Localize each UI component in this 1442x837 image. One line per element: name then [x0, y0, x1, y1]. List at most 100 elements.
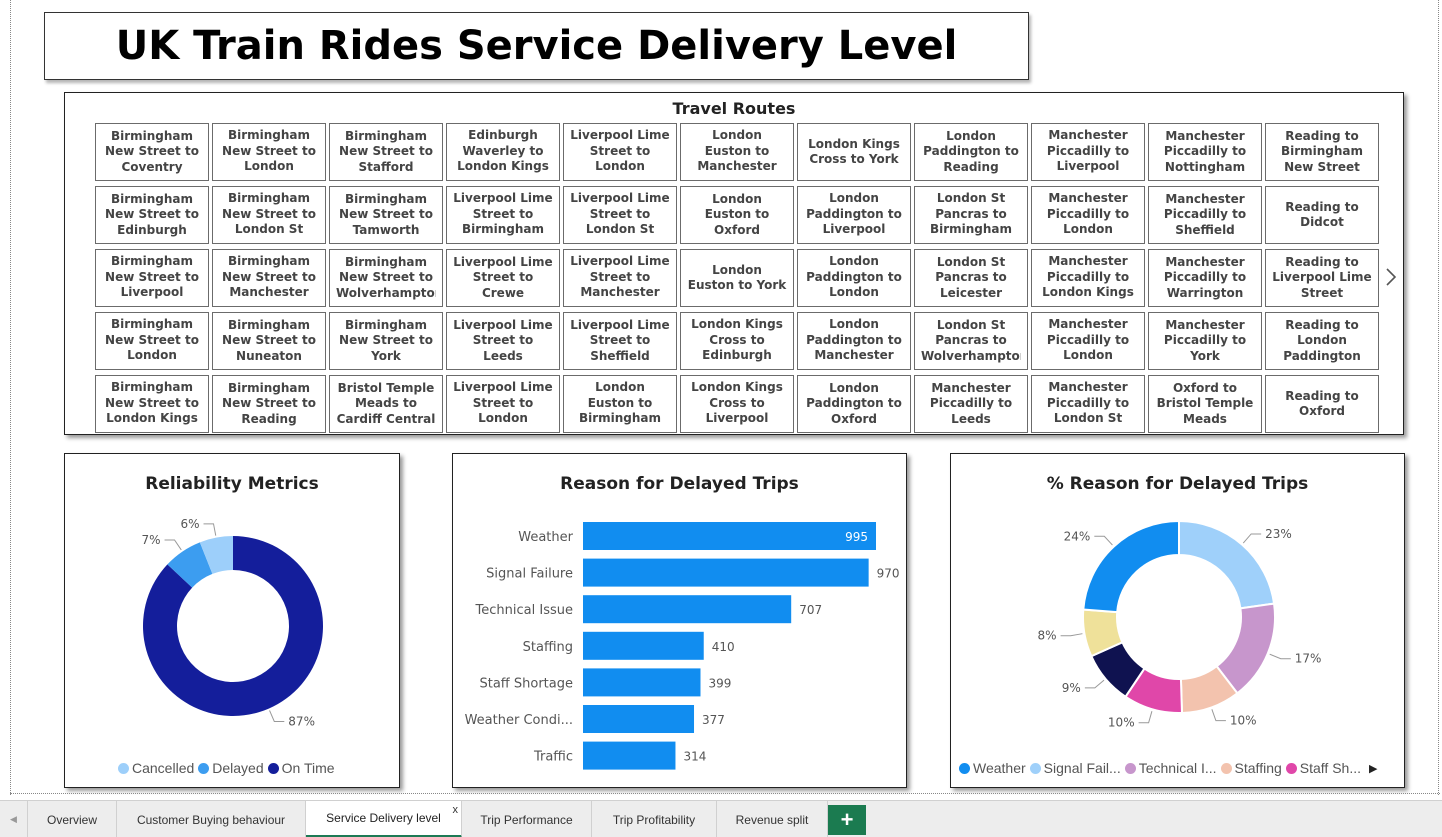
- tab-label: Revenue split: [735, 812, 809, 827]
- bar[interactable]: [583, 705, 695, 733]
- route-tile[interactable]: Birmingham New Street to Nuneaton: [212, 312, 326, 370]
- tab-trip-profitability[interactable]: Trip Profitability: [592, 801, 717, 837]
- bar[interactable]: [583, 595, 792, 624]
- legend-item-weather[interactable]: Weather: [959, 760, 1026, 776]
- route-tile[interactable]: Birmingham New Street to London Euston: [95, 312, 209, 370]
- tab-label: Service Delivery level: [326, 811, 441, 825]
- route-tile[interactable]: London Euston to York: [680, 249, 794, 307]
- add-page-button[interactable]: +: [828, 805, 866, 835]
- route-tile[interactable]: Liverpool Lime Street to London Euston: [446, 375, 560, 433]
- route-tile[interactable]: London Euston to Manchester Piccadilly: [680, 123, 794, 181]
- legend-item-technical-issue[interactable]: Technical I...: [1124, 760, 1217, 776]
- route-tile[interactable]: Manchester Piccadilly to Liverpool Lime.…: [1031, 123, 1145, 181]
- legend-item-delayed[interactable]: Delayed: [198, 760, 264, 776]
- caret-right-icon[interactable]: ▶: [1369, 762, 1377, 775]
- route-tile[interactable]: Oxford to Bristol Temple Meads: [1148, 375, 1262, 433]
- route-tile[interactable]: Birmingham New Street to Stafford: [329, 123, 443, 181]
- route-tile[interactable]: Manchester Piccadilly to Leeds: [914, 375, 1028, 433]
- route-tile[interactable]: London Kings Cross to Edinburgh Wa...: [680, 312, 794, 370]
- route-tile[interactable]: London Euston to Oxford: [680, 186, 794, 244]
- bar[interactable]: [583, 522, 876, 550]
- route-tile[interactable]: Reading to Didcot: [1265, 186, 1379, 244]
- route-tile[interactable]: London St Pancras to Birmingham N...: [914, 186, 1028, 244]
- route-tile[interactable]: Reading to London Paddington: [1265, 312, 1379, 370]
- route-tile[interactable]: Birmingham New Street to Edinburgh: [95, 186, 209, 244]
- tab-revenue-split[interactable]: Revenue split: [717, 801, 828, 837]
- data-label: 23%: [1265, 527, 1292, 541]
- route-tile[interactable]: Birmingham New Street to London St Pan..…: [212, 186, 326, 244]
- route-tile[interactable]: Birmingham New Street to Manchester Pi..…: [212, 249, 326, 307]
- route-tile[interactable]: Birmingham New Street to London Paddi...: [212, 123, 326, 181]
- route-tile[interactable]: Liverpool Lime Street to London St Pancr…: [563, 186, 677, 244]
- route-tile[interactable]: Manchester Piccadilly to London Kings ..…: [1031, 249, 1145, 307]
- leader-line: [203, 523, 217, 536]
- tab-overview[interactable]: Overview: [28, 801, 117, 837]
- bar[interactable]: [583, 631, 704, 660]
- route-tile[interactable]: Manchester Piccadilly to Warrington: [1148, 249, 1262, 307]
- legend-item-staffing[interactable]: Staffing: [1220, 760, 1282, 776]
- tab-customer-buying-behaviour[interactable]: Customer Buying behaviour: [117, 801, 306, 837]
- tab-scroll-left-icon[interactable]: ◀: [0, 801, 28, 837]
- route-tile[interactable]: London Euston to Birmingham New Street: [563, 375, 677, 433]
- route-label: Liverpool Lime Street to London St Pancr…: [570, 191, 670, 239]
- legend-item-cancelled[interactable]: Cancelled: [118, 760, 194, 776]
- bar[interactable]: [583, 558, 869, 587]
- route-tile[interactable]: Reading to Birmingham New Street: [1265, 123, 1379, 181]
- data-label: 7%: [141, 533, 160, 547]
- bar[interactable]: [583, 668, 701, 697]
- route-tile[interactable]: Birmingham New Street to London Kings ..…: [95, 375, 209, 433]
- legend-item-staff-shortage[interactable]: Staff Sh...: [1285, 760, 1361, 776]
- route-tile[interactable]: London St Pancras to Leicester: [914, 249, 1028, 307]
- route-tile[interactable]: Birmingham New Street to Reading: [212, 375, 326, 433]
- route-label: Bristol Temple Meads to Cardiff Central: [336, 380, 436, 426]
- route-tile[interactable]: London Kings Cross to York: [797, 123, 911, 181]
- donut-slice-weather[interactable]: [1082, 519, 1180, 614]
- route-tile[interactable]: London Kings Cross to Liverpool Lime...: [680, 375, 794, 433]
- route-tile[interactable]: Manchester Piccadilly to Nottingham: [1148, 123, 1262, 181]
- route-tile[interactable]: Bristol Temple Meads to Cardiff Central: [329, 375, 443, 433]
- route-tile[interactable]: Birmingham New Street to Liverpool Lime.…: [95, 249, 209, 307]
- legend-item-on-time[interactable]: On Time: [267, 760, 335, 776]
- route-tile[interactable]: London Paddington to Liverpool Lime...: [797, 186, 911, 244]
- route-tile[interactable]: Liverpool Lime Street to Birmingham N...: [446, 186, 560, 244]
- tab-trip-performance[interactable]: Trip Performance: [462, 801, 592, 837]
- route-tile[interactable]: Birmingham New Street to Tamworth: [329, 186, 443, 244]
- data-label: 10%: [1108, 716, 1135, 730]
- route-tile[interactable]: Manchester Piccadilly to London St Pan..…: [1031, 375, 1145, 433]
- route-tile[interactable]: Liverpool Lime Street to Leeds: [446, 312, 560, 370]
- route-tile[interactable]: Reading to Liverpool Lime Street: [1265, 249, 1379, 307]
- canvas-border-left: [10, 0, 11, 795]
- route-tile[interactable]: Liverpool Lime Street to Manchester Pi..…: [563, 249, 677, 307]
- route-tile[interactable]: London St Pancras to Wolverhampton: [914, 312, 1028, 370]
- close-icon[interactable]: x: [453, 804, 459, 816]
- chevron-right-icon[interactable]: [1382, 265, 1400, 289]
- route-label: London Paddington to Reading: [923, 128, 1019, 174]
- route-tile[interactable]: Reading to Oxford: [1265, 375, 1379, 433]
- route-tile[interactable]: London Paddington to Reading: [914, 123, 1028, 181]
- route-tile[interactable]: Liverpool Lime Street to Sheffield: [563, 312, 677, 370]
- route-label: London St Pancras to Leicester: [935, 254, 1007, 300]
- route-tile[interactable]: Manchester Piccadilly to London Paddi...: [1031, 312, 1145, 370]
- route-tile[interactable]: Manchester Piccadilly to York: [1148, 312, 1262, 370]
- route-tile[interactable]: Birmingham New Street to Coventry: [95, 123, 209, 181]
- route-tile[interactable]: London Paddington to Manchester Pi...: [797, 312, 911, 370]
- bar-value-label: 707: [799, 603, 822, 617]
- category-label: Staffing: [523, 640, 573, 655]
- route-label: Manchester Piccadilly to Warrington: [1163, 254, 1247, 300]
- route-tile[interactable]: Liverpool Lime Street to Crewe: [446, 249, 560, 307]
- route-tile[interactable]: Manchester Piccadilly to London Euston: [1031, 186, 1145, 244]
- reliability-legend: Cancelled Delayed On Time: [118, 760, 339, 776]
- route-tile[interactable]: Birmingham New Street to Wolverhampton: [329, 249, 443, 307]
- route-tile[interactable]: Birmingham New Street to York: [329, 312, 443, 370]
- category-label: Weather: [518, 530, 573, 545]
- category-label: Technical Issue: [475, 603, 573, 618]
- route-tile[interactable]: Liverpool Lime Street to London Paddingt…: [563, 123, 677, 181]
- route-tile[interactable]: London Paddington to London Waterl...: [797, 249, 911, 307]
- bar[interactable]: [583, 741, 676, 770]
- route-tile[interactable]: Edinburgh Waverley to London Kings ...: [446, 123, 560, 181]
- route-tile[interactable]: London Paddington to Oxford: [797, 375, 911, 433]
- tab-service-delivery-level[interactable]: Service Delivery level x: [306, 801, 462, 837]
- legend-item-signal-failure[interactable]: Signal Fail...: [1029, 760, 1121, 776]
- route-tile[interactable]: Manchester Piccadilly to Sheffield: [1148, 186, 1262, 244]
- legend-dot: [198, 762, 210, 774]
